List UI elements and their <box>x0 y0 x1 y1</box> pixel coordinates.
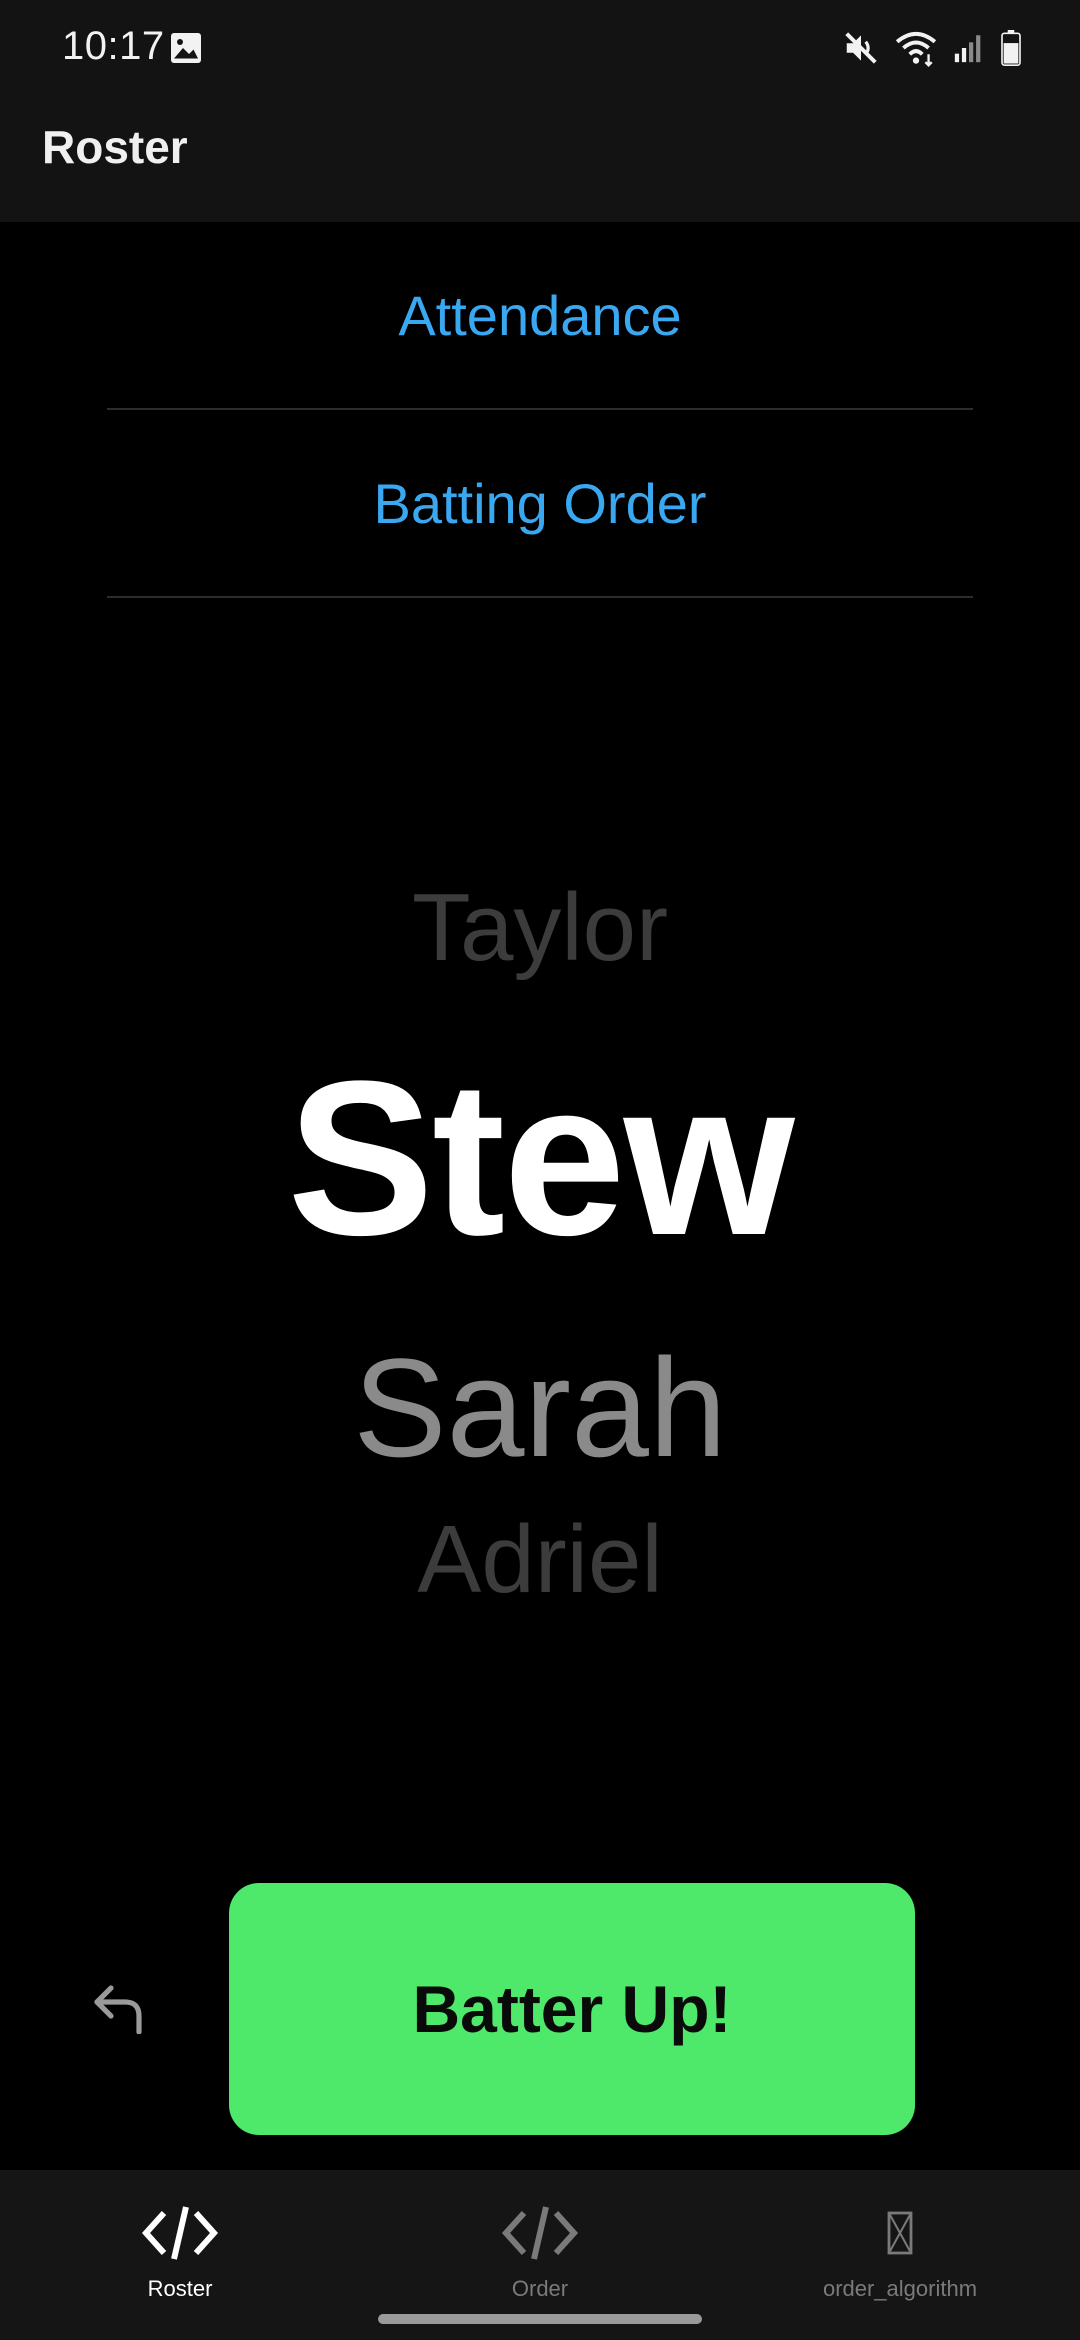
image-icon <box>171 33 201 63</box>
status-time: 10:17 <box>62 24 165 68</box>
code-icon <box>501 2206 579 2260</box>
signal-icon <box>954 35 981 63</box>
batting-order-link[interactable]: Batting Order <box>373 471 706 536</box>
nav-tab-roster[interactable]: Roster <box>0 2170 360 2340</box>
undo-button[interactable] <box>84 1978 154 2038</box>
batting-order-link-row[interactable]: Batting Order <box>107 410 973 598</box>
home-indicator[interactable] <box>378 2314 702 2324</box>
mute-icon <box>845 32 877 64</box>
app-title: Roster <box>42 121 188 173</box>
missing-glyph-icon <box>887 2211 913 2255</box>
batter-up-label: Batter Up! <box>412 1972 732 2046</box>
nav-label-order-algorithm: order_algorithm <box>822 2276 978 2301</box>
previous-batter-name: Taylor <box>411 874 669 981</box>
nav-tab-order-algorithm[interactable]: order_algorithm <box>720 2170 1080 2340</box>
attendance-link-row[interactable]: Attendance <box>107 222 973 410</box>
current-batter-name: Stew <box>287 1035 794 1281</box>
undo-icon <box>94 1985 142 2034</box>
on-deck-batter-name: Adriel <box>417 1506 663 1613</box>
wifi-icon <box>895 31 937 67</box>
top-bar: 10:17 Roster <box>0 0 1080 222</box>
battery-icon <box>1001 30 1021 66</box>
next-batter-name: Sarah <box>353 1329 727 1486</box>
code-icon <box>141 2206 219 2260</box>
screen: 10:17 Roster Attendance Batting Order Ta… <box>0 0 1080 2340</box>
nav-label-order: Order <box>511 2276 569 2301</box>
nav-label-roster: Roster <box>147 2276 213 2301</box>
batter-up-button[interactable]: Batter Up! <box>229 1883 915 2135</box>
attendance-link[interactable]: Attendance <box>398 283 681 348</box>
status-icons <box>842 28 1022 68</box>
